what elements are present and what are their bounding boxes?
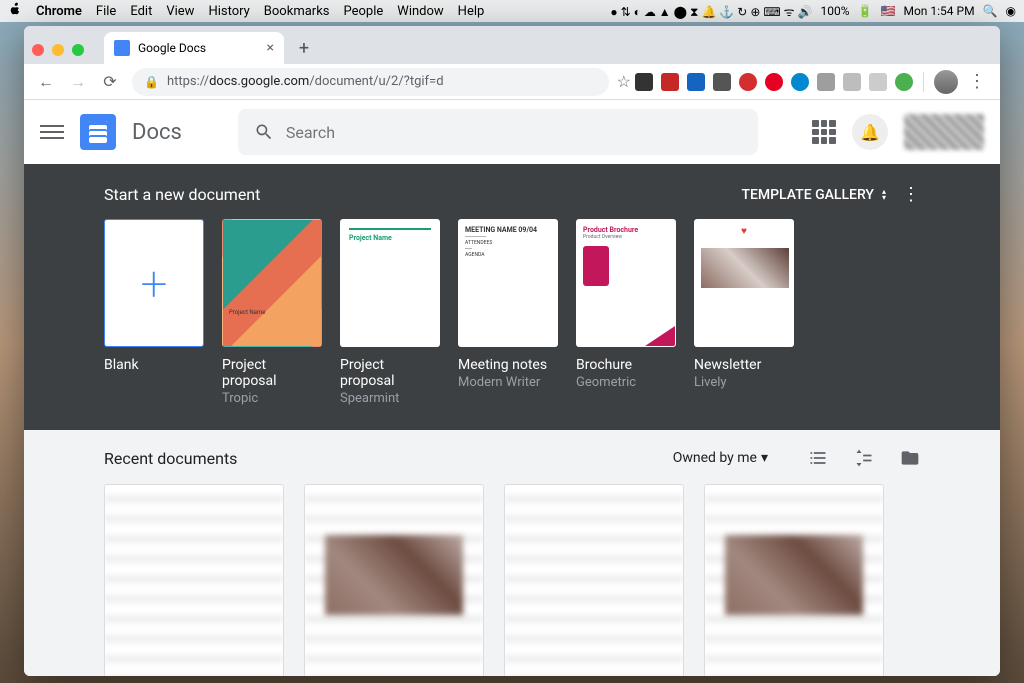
url-field[interactable]: 🔒 https://docs.google.com/document/u/2/?… <box>132 68 609 96</box>
main-menu-icon[interactable] <box>40 120 64 144</box>
close-window-button[interactable] <box>32 44 44 56</box>
docs-header: Docs 🔔 <box>24 100 1000 164</box>
ext-icon[interactable] <box>895 73 913 91</box>
pocket-icon[interactable] <box>635 73 653 91</box>
forward-button[interactable]: → <box>64 68 92 96</box>
folder-icon[interactable] <box>900 448 920 468</box>
ext-icon[interactable] <box>661 73 679 91</box>
ext-icon[interactable] <box>869 73 887 91</box>
new-tab-button[interactable]: + <box>290 34 318 62</box>
menubar-help[interactable]: Help <box>458 4 485 19</box>
menubar-window[interactable]: Window <box>397 4 443 19</box>
docs-logo-icon[interactable] <box>80 114 116 150</box>
app-title: Docs <box>132 120 182 145</box>
flag-icon[interactable]: 🇺🇸 <box>881 4 896 18</box>
ext-icon[interactable] <box>843 73 861 91</box>
profile-avatar[interactable] <box>934 70 958 94</box>
address-bar: ← → ⟳ 🔒 https://docs.google.com/document… <box>24 64 1000 100</box>
template-brochure[interactable]: Product BrochureProduct Overview Brochur… <box>576 219 676 406</box>
search-icon <box>254 122 274 142</box>
spotlight-icon[interactable]: 🔍 <box>983 4 998 18</box>
menubar-clock[interactable]: Mon 1:54 PM <box>903 4 974 18</box>
plus-icon: + <box>140 255 167 312</box>
template-heading: Start a new document <box>104 185 260 204</box>
template-spearmint[interactable]: Project proposal Spearmint <box>340 219 440 406</box>
menubar-app[interactable]: Chrome <box>36 4 82 19</box>
ext-icon[interactable] <box>687 73 705 91</box>
url-text: https://docs.google.com/document/u/2/?tg… <box>167 74 444 89</box>
minimize-window-button[interactable] <box>52 44 64 56</box>
menubar-battery[interactable]: 100% <box>821 4 850 18</box>
mac-menubar: Chrome File Edit View History Bookmarks … <box>0 0 1024 22</box>
account-avatar[interactable] <box>904 114 984 150</box>
menubar-history[interactable]: History <box>208 4 249 19</box>
menubar-view[interactable]: View <box>166 4 194 19</box>
maximize-window-button[interactable] <box>72 44 84 56</box>
tab-title: Google Docs <box>138 41 206 55</box>
menubar-status-icons[interactable]: ● ⇅ ◐ ☁ ▲ ⬤ ⧗ 🔔 ⚓ ↻ ⊕ ⌨ ᯤ 🔊 <box>610 3 812 20</box>
battery-icon: 🔋 <box>858 4 873 18</box>
apps-grid-icon[interactable] <box>812 120 836 144</box>
cast-icon[interactable] <box>713 73 731 91</box>
lock-icon: 🔒 <box>144 75 159 89</box>
ext-icon[interactable] <box>791 73 809 91</box>
menubar-people[interactable]: People <box>344 4 384 19</box>
star-icon[interactable]: ☆ <box>617 72 631 91</box>
search-input[interactable] <box>286 123 742 142</box>
recent-document[interactable] <box>104 484 284 676</box>
tab-favicon <box>114 40 130 56</box>
search-box[interactable] <box>238 109 758 155</box>
tab-bar: Google Docs × + <box>24 26 1000 64</box>
sort-icon[interactable] <box>854 448 874 468</box>
back-button[interactable]: ← <box>32 68 60 96</box>
template-newsletter[interactable]: ♥We have a surprise! Newsletter Lively <box>694 219 794 406</box>
dropdown-icon: ▾ <box>761 450 768 466</box>
template-gallery-section: Start a new document TEMPLATE GALLERY ▴▾… <box>24 164 1000 430</box>
list-view-icon[interactable] <box>808 448 828 468</box>
chrome-menu-icon[interactable]: ⋮ <box>962 71 992 92</box>
expand-icon: ▴▾ <box>882 189 886 201</box>
template-blank[interactable]: + Blank <box>104 219 204 406</box>
ext-icon[interactable] <box>739 73 757 91</box>
window-controls <box>32 44 84 56</box>
menubar-icon[interactable]: ◉ <box>1006 4 1016 18</box>
recent-documents-section: Recent documents Owned by me ▾ <box>24 430 1000 676</box>
recent-heading: Recent documents <box>104 449 237 468</box>
divider <box>923 72 924 92</box>
menubar-bookmarks[interactable]: Bookmarks <box>264 4 330 19</box>
ext-icon[interactable] <box>817 73 835 91</box>
chrome-window: Google Docs × + ← → ⟳ 🔒 https://docs.goo… <box>24 26 1000 676</box>
ownership-filter[interactable]: Owned by me ▾ <box>673 450 768 466</box>
template-tropic[interactable]: Project proposal Tropic <box>222 219 322 406</box>
notifications-icon[interactable]: 🔔 <box>852 114 888 150</box>
menubar-edit[interactable]: Edit <box>130 4 152 19</box>
recent-document[interactable] <box>704 484 884 676</box>
apple-icon[interactable] <box>8 2 22 20</box>
template-gallery-button[interactable]: TEMPLATE GALLERY ▴▾ <box>741 187 886 203</box>
template-more-icon[interactable]: ⋮ <box>902 184 920 205</box>
menubar-file[interactable]: File <box>96 4 116 19</box>
extension-icons <box>635 73 913 91</box>
template-meeting[interactable]: MEETING NAME 09/04──────ATTENDEES──AGEND… <box>458 219 558 406</box>
reload-button[interactable]: ⟳ <box>96 68 124 96</box>
tab-close-icon[interactable]: × <box>267 40 274 56</box>
recent-document[interactable] <box>504 484 684 676</box>
browser-tab[interactable]: Google Docs × <box>104 32 284 64</box>
pinterest-icon[interactable] <box>765 73 783 91</box>
recent-document[interactable] <box>304 484 484 676</box>
